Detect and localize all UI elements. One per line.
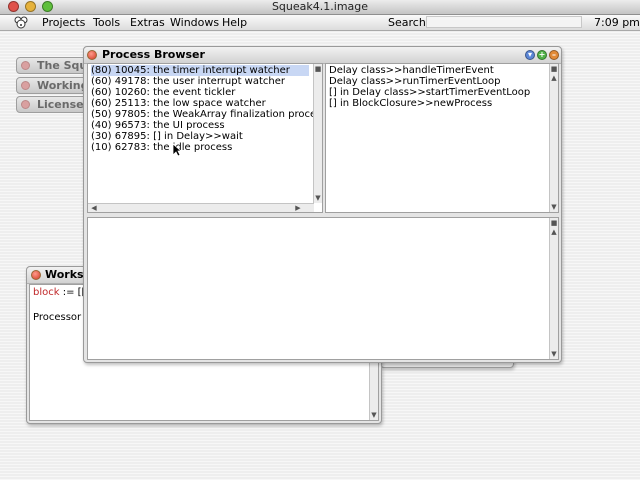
mouse-cursor-icon — [172, 143, 182, 157]
menu-bar: Projects Tools Extras Windows Help Searc… — [0, 15, 640, 31]
menu-windows[interactable]: Windows — [170, 15, 219, 30]
stack-list-scrollbar[interactable]: ■ ▲ ▼ — [549, 64, 558, 212]
process-list-vscrollbar[interactable]: ■ ▼ — [313, 64, 322, 203]
scroll-down-icon[interactable]: ▼ — [370, 411, 378, 419]
process-item[interactable]: (60) 49178: the user interrupt watcher — [91, 76, 285, 87]
flap-the-squeak[interactable]: The Squeak — [16, 57, 88, 74]
process-item[interactable]: (30) 67895: [] in Delay>>wait — [91, 131, 243, 142]
menu-icon[interactable]: ▾ — [525, 50, 535, 60]
stack-item[interactable]: [] in Delay class>>startTimerEventLoop — [329, 87, 530, 98]
process-item[interactable]: (60) 25113: the low space watcher — [91, 98, 266, 109]
close-icon[interactable] — [87, 50, 97, 60]
process-item[interactable]: (60) 10260: the event tickler — [91, 87, 235, 98]
scroll-down-icon[interactable]: ▼ — [314, 194, 322, 202]
scroll-menu-icon[interactable]: ■ — [314, 65, 322, 73]
scroll-left-icon[interactable]: ◀ — [90, 204, 98, 212]
workspace-line-1: block := [[ — [33, 287, 85, 299]
process-browser-title-bar[interactable]: Process Browser ▾ + – — [84, 47, 561, 64]
process-item[interactable]: (50) 97805: the WeakArray finalization p… — [91, 109, 322, 120]
flap-icon — [21, 61, 30, 70]
search-input[interactable] — [426, 16, 582, 28]
flap-label: Working With — [37, 79, 88, 92]
process-item[interactable]: (80) 10045: the timer interrupt watcher — [91, 65, 309, 76]
scroll-down-icon[interactable]: ▼ — [550, 350, 558, 358]
squeak-mouse-icon[interactable] — [14, 16, 28, 29]
expand-icon[interactable]: + — [537, 50, 547, 60]
process-list-hscrollbar[interactable]: ◀ ▶ — [88, 203, 314, 212]
process-item[interactable]: (40) 96573: the UI process — [91, 120, 225, 131]
window-title: Squeak4.1.image — [271, 0, 369, 13]
menu-extras[interactable]: Extras — [130, 15, 165, 30]
menu-help[interactable]: Help — [222, 15, 247, 30]
stack-item[interactable]: Delay class>>runTimerEventLoop — [329, 76, 500, 87]
scroll-menu-icon[interactable]: ■ — [550, 219, 558, 227]
search-label: Search: — [388, 16, 430, 29]
collapse-icon[interactable]: – — [549, 50, 559, 60]
flap-license[interactable]: License — [16, 96, 88, 113]
scroll-right-icon[interactable]: ▶ — [294, 204, 302, 212]
flap-working-with[interactable]: Working With — [16, 77, 88, 94]
scroll-up-icon[interactable]: ▲ — [550, 74, 558, 82]
process-browser-title: Process Browser — [102, 48, 205, 61]
stack-item[interactable]: [] in BlockClosure>>newProcess — [329, 98, 492, 109]
flap-icon — [21, 81, 30, 90]
process-list[interactable]: (80) 10045: the timer interrupt watcher … — [87, 63, 323, 213]
code-token: := [[ — [59, 287, 86, 298]
stack-list[interactable]: Delay class>>handleTimerEvent Delay clas… — [325, 63, 559, 213]
process-item[interactable]: (10) 62783: the idle process — [91, 142, 232, 153]
code-token: block — [33, 287, 60, 298]
code-pane[interactable]: ■ ▲ ▼ — [87, 217, 559, 360]
stack-item[interactable]: Delay class>>handleTimerEvent — [329, 65, 494, 76]
code-pane-scrollbar[interactable]: ■ ▲ ▼ — [549, 218, 558, 359]
clock: 7:09 pm — [594, 16, 640, 29]
scroll-up-icon[interactable]: ▲ — [550, 228, 558, 236]
menu-projects[interactable]: Projects — [42, 15, 85, 30]
scroll-menu-icon[interactable]: ■ — [550, 65, 558, 73]
workspace-line-2: Processor — [33, 312, 82, 323]
process-browser-window[interactable]: Process Browser ▾ + – (80) 10045: the ti… — [83, 46, 562, 363]
scroll-down-icon[interactable]: ▼ — [550, 203, 558, 211]
flap-label: The Squeak — [37, 59, 88, 72]
flap-label: License — [37, 98, 84, 111]
flap-icon — [21, 100, 30, 109]
menu-tools[interactable]: Tools — [93, 15, 120, 30]
close-icon[interactable] — [31, 270, 41, 280]
os-title-bar: Squeak4.1.image — [0, 0, 640, 15]
